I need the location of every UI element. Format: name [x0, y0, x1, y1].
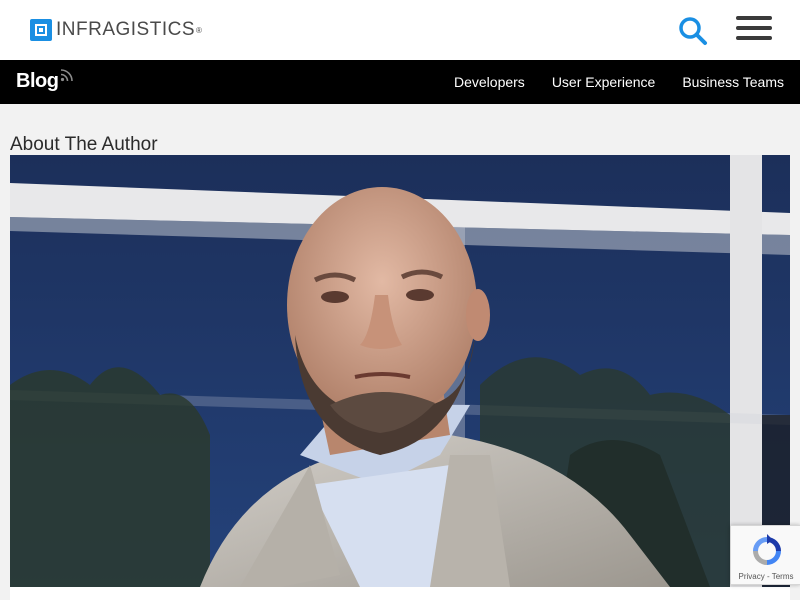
hamburger-menu-icon-bar — [736, 26, 772, 30]
rss-icon[interactable] — [60, 68, 74, 82]
hamburger-menu-icon — [736, 16, 772, 20]
hamburger-menu-button[interactable] — [736, 16, 772, 44]
hamburger-menu-icon-bar — [736, 36, 772, 40]
blog-nav-bar: Blog Developers User Experience Business… — [0, 60, 800, 104]
recaptcha-badge[interactable]: Privacy - Terms — [730, 525, 800, 585]
logo-text: INFRAGISTICS — [56, 19, 196, 40]
section-title: About The Author — [10, 133, 158, 155]
infragistics-logo[interactable]: INFRAGISTICS ® — [30, 19, 202, 41]
blog-title-link[interactable]: Blog — [16, 70, 59, 93]
recaptcha-separator: - — [764, 572, 772, 581]
nav-link-business-teams[interactable]: Business Teams — [682, 74, 784, 90]
search-button[interactable] — [676, 14, 710, 48]
infragistics-logo-mark-icon — [30, 19, 52, 41]
author-card-body — [10, 587, 790, 600]
site-header: INFRAGISTICS ® — [0, 0, 800, 60]
nav-link-developers[interactable]: Developers — [454, 74, 525, 90]
recaptcha-icon — [753, 534, 781, 565]
logo-trademark: ® — [196, 25, 202, 35]
recaptcha-terms-link[interactable]: Terms — [772, 572, 794, 581]
blog-category-links: Developers User Experience Business Team… — [427, 60, 784, 104]
recaptcha-links: Privacy - Terms — [731, 572, 800, 581]
search-icon — [679, 17, 707, 45]
recaptcha-privacy-link[interactable]: Privacy — [739, 572, 765, 581]
author-photo — [10, 155, 790, 587]
nav-link-user-experience[interactable]: User Experience — [552, 74, 656, 90]
